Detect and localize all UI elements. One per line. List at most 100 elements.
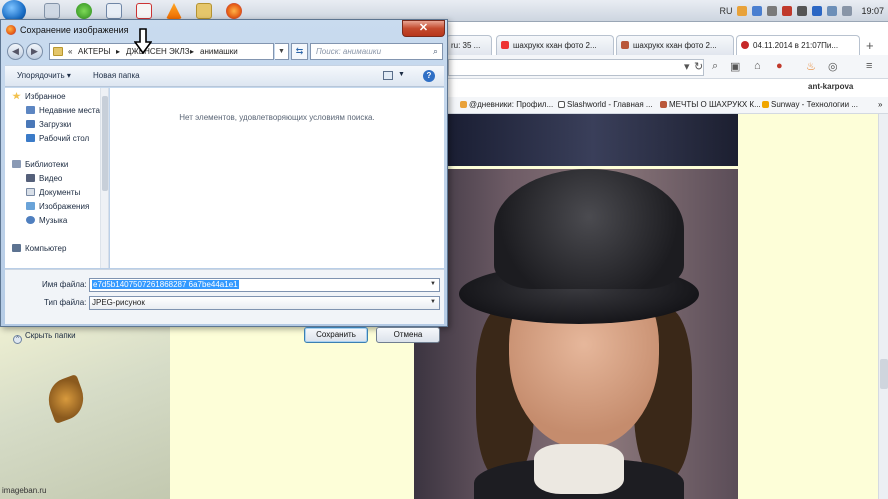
page-scrollbar-thumb[interactable]	[880, 359, 888, 389]
breadcrumb-overflow[interactable]: «	[68, 47, 72, 56]
nav-documents[interactable]: Документы	[26, 188, 80, 197]
chevron-down-icon[interactable]: ▼	[430, 281, 436, 287]
help-icon[interactable]: ?	[423, 70, 435, 82]
search-icon[interactable]: ⌕	[433, 46, 438, 57]
yandex-icon	[501, 41, 509, 49]
new-folder-button[interactable]: Новая папка	[93, 71, 140, 80]
bookmark[interactable]: Sunway - Технологии ...	[762, 100, 858, 109]
browser-tab[interactable]: шахрукх кхан фото 2...	[616, 35, 734, 55]
organize-button[interactable]: Упорядочить ▾	[17, 71, 71, 80]
breadcrumb-item-animashki[interactable]: анимашки	[200, 47, 238, 56]
history-dropdown[interactable]: ▼	[275, 43, 289, 60]
reload-icon[interactable]: ↻	[694, 60, 703, 73]
bookmark[interactable]: МЕЧТЫ О ШАХРУКХ К...	[660, 100, 761, 109]
watermark: imageban.ru	[2, 486, 47, 495]
nav-downloads[interactable]: Загрузки	[26, 120, 71, 129]
desktop-icon	[26, 134, 35, 142]
filename-input[interactable]: e7d5b1407507261868287 6a7be44a1e1 ▼	[89, 278, 440, 292]
tray-icon-2[interactable]	[752, 6, 763, 16]
browser-tab[interactable]: шахрукх кхан фото 2...	[496, 35, 614, 55]
bookmark-label: Sunway - Технологии ...	[771, 100, 858, 109]
breadcrumb[interactable]: « АКТЕРЫ ▸ ДЖЕНСЕН ЭКЛЗ ▸ анимашки	[49, 43, 274, 60]
bookmarks-bar: @дневники: Профил... Slashworld - Главна…	[448, 97, 888, 114]
breadcrumb-separator[interactable]: ▸	[190, 47, 194, 56]
tab-strip: ru: 35 ... шахрукх кхан фото 2... шахрук…	[446, 35, 888, 55]
clock[interactable]: 19:07	[861, 6, 884, 16]
refresh-button[interactable]: ⇆	[291, 43, 308, 60]
bookmark-label: @дневники: Профил...	[469, 100, 554, 109]
search-icon[interactable]: ⌕	[712, 60, 718, 73]
filetype-select[interactable]: JPEG-рисунок ▼	[89, 296, 440, 310]
app-icon-red[interactable]	[136, 3, 152, 19]
nav-music[interactable]: Музыка	[26, 216, 67, 225]
nav-scrollbar[interactable]	[100, 88, 108, 268]
dialog-toolbar: Упорядочить ▾ Новая папка ▼ ?	[5, 65, 444, 87]
app-icon-calculator[interactable]	[44, 3, 60, 19]
new-tab-button[interactable]: +	[866, 38, 874, 53]
nav-computer[interactable]: Компьютер	[12, 244, 66, 253]
views-icon[interactable]	[383, 71, 393, 80]
file-list[interactable]: Нет элементов, удовлетворяющих условиям …	[110, 88, 444, 268]
back-button[interactable]: ◀	[7, 43, 24, 60]
nav-label: Библиотеки	[25, 160, 69, 169]
tray-icon-4[interactable]	[782, 6, 793, 16]
filename-label: Имя файла:	[42, 280, 87, 289]
tray-icon-1[interactable]	[737, 6, 748, 16]
tab-label: ru: 35 ...	[451, 41, 481, 50]
breadcrumb-item-akters[interactable]: АКТЕРЫ	[78, 47, 111, 56]
system-tray: RU 19:07	[719, 0, 884, 22]
app-icon-green[interactable]	[76, 3, 92, 19]
app-icon-window[interactable]	[106, 3, 122, 19]
close-button[interactable]: ✕	[402, 20, 445, 37]
folder-icon[interactable]	[196, 3, 212, 19]
dialog-body: ◀ ▶ « АКТЕРЫ ▸ ДЖЕНСЕН ЭКЛЗ ▸ анимашки ▼…	[5, 40, 444, 344]
browser-tab-active[interactable]: 04.11.2014 в 21:07Пи...	[736, 35, 860, 55]
volume-icon[interactable]	[842, 6, 853, 16]
sync-icon[interactable]: ◎	[828, 60, 838, 73]
bookmark[interactable]: Slashworld - Главная ...	[558, 100, 653, 109]
nav-bar: ▾ ↻ ⌕ ▣ ⌂ ● ♨ ◎ ≡ ant-karpova	[448, 55, 888, 91]
hide-folders-toggle[interactable]: ^ Скрыть папки	[13, 331, 76, 344]
tray-icon-5[interactable]	[797, 6, 808, 16]
image-icon	[660, 101, 667, 108]
filetype-value: JPEG-рисунок	[92, 298, 145, 307]
chevron-down-icon[interactable]: ▼	[430, 299, 436, 305]
music-icon	[26, 216, 35, 224]
search-input[interactable]: Поиск: анимашки ⌕	[310, 43, 443, 60]
breadcrumb-separator[interactable]: ▸	[116, 47, 120, 56]
nav-desktop[interactable]: Рабочий стол	[26, 134, 89, 143]
search-placeholder: Поиск: анимашки	[316, 47, 382, 56]
address-row: ◀ ▶ « АКТЕРЫ ▸ ДЖЕНСЕН ЭКЛЗ ▸ анимашки ▼…	[5, 40, 444, 62]
addon-icon[interactable]: ●	[776, 60, 783, 72]
browser-tab[interactable]: ru: 35 ...	[446, 35, 492, 55]
bookmark[interactable]: @дневники: Профил...	[460, 100, 553, 109]
cancel-button[interactable]: Отмена	[376, 327, 440, 343]
chevron-right-icon[interactable]: »	[878, 100, 882, 109]
tray-icon-3[interactable]	[767, 6, 778, 16]
page-scrollbar[interactable]	[878, 114, 888, 499]
views-dropdown-icon[interactable]: ▼	[398, 71, 405, 78]
flame-icon[interactable]: ♨	[806, 60, 816, 73]
language-indicator[interactable]: RU	[719, 6, 732, 16]
nav-recent-places[interactable]: Недавние места	[26, 106, 100, 115]
down-arrow-annotation	[134, 28, 152, 54]
hide-folders-label: Скрыть папки	[25, 331, 76, 340]
forward-button[interactable]: ▶	[26, 43, 43, 60]
firefox-icon[interactable]	[226, 3, 242, 19]
network-icon[interactable]	[827, 6, 838, 16]
dropdown-icon[interactable]: ▾	[684, 60, 690, 73]
nav-video[interactable]: Видео	[26, 174, 62, 183]
nav-libraries[interactable]: Библиотеки	[12, 160, 68, 169]
vlc-icon[interactable]	[166, 3, 182, 19]
nav-label: Загрузки	[39, 120, 72, 129]
bookmarks-icon[interactable]: ▣	[730, 60, 740, 73]
user-name[interactable]: ant-karpova	[808, 82, 853, 91]
menu-icon[interactable]: ≡	[866, 60, 872, 72]
nav-scrollbar-thumb[interactable]	[102, 96, 108, 191]
bluetooth-icon[interactable]	[812, 6, 823, 16]
url-bar[interactable]	[448, 59, 704, 76]
nav-favorites[interactable]: Избранное	[12, 92, 66, 101]
home-icon[interactable]: ⌂	[754, 60, 761, 72]
nav-images[interactable]: Изображения	[26, 202, 89, 211]
save-button[interactable]: Сохранить	[304, 327, 368, 343]
